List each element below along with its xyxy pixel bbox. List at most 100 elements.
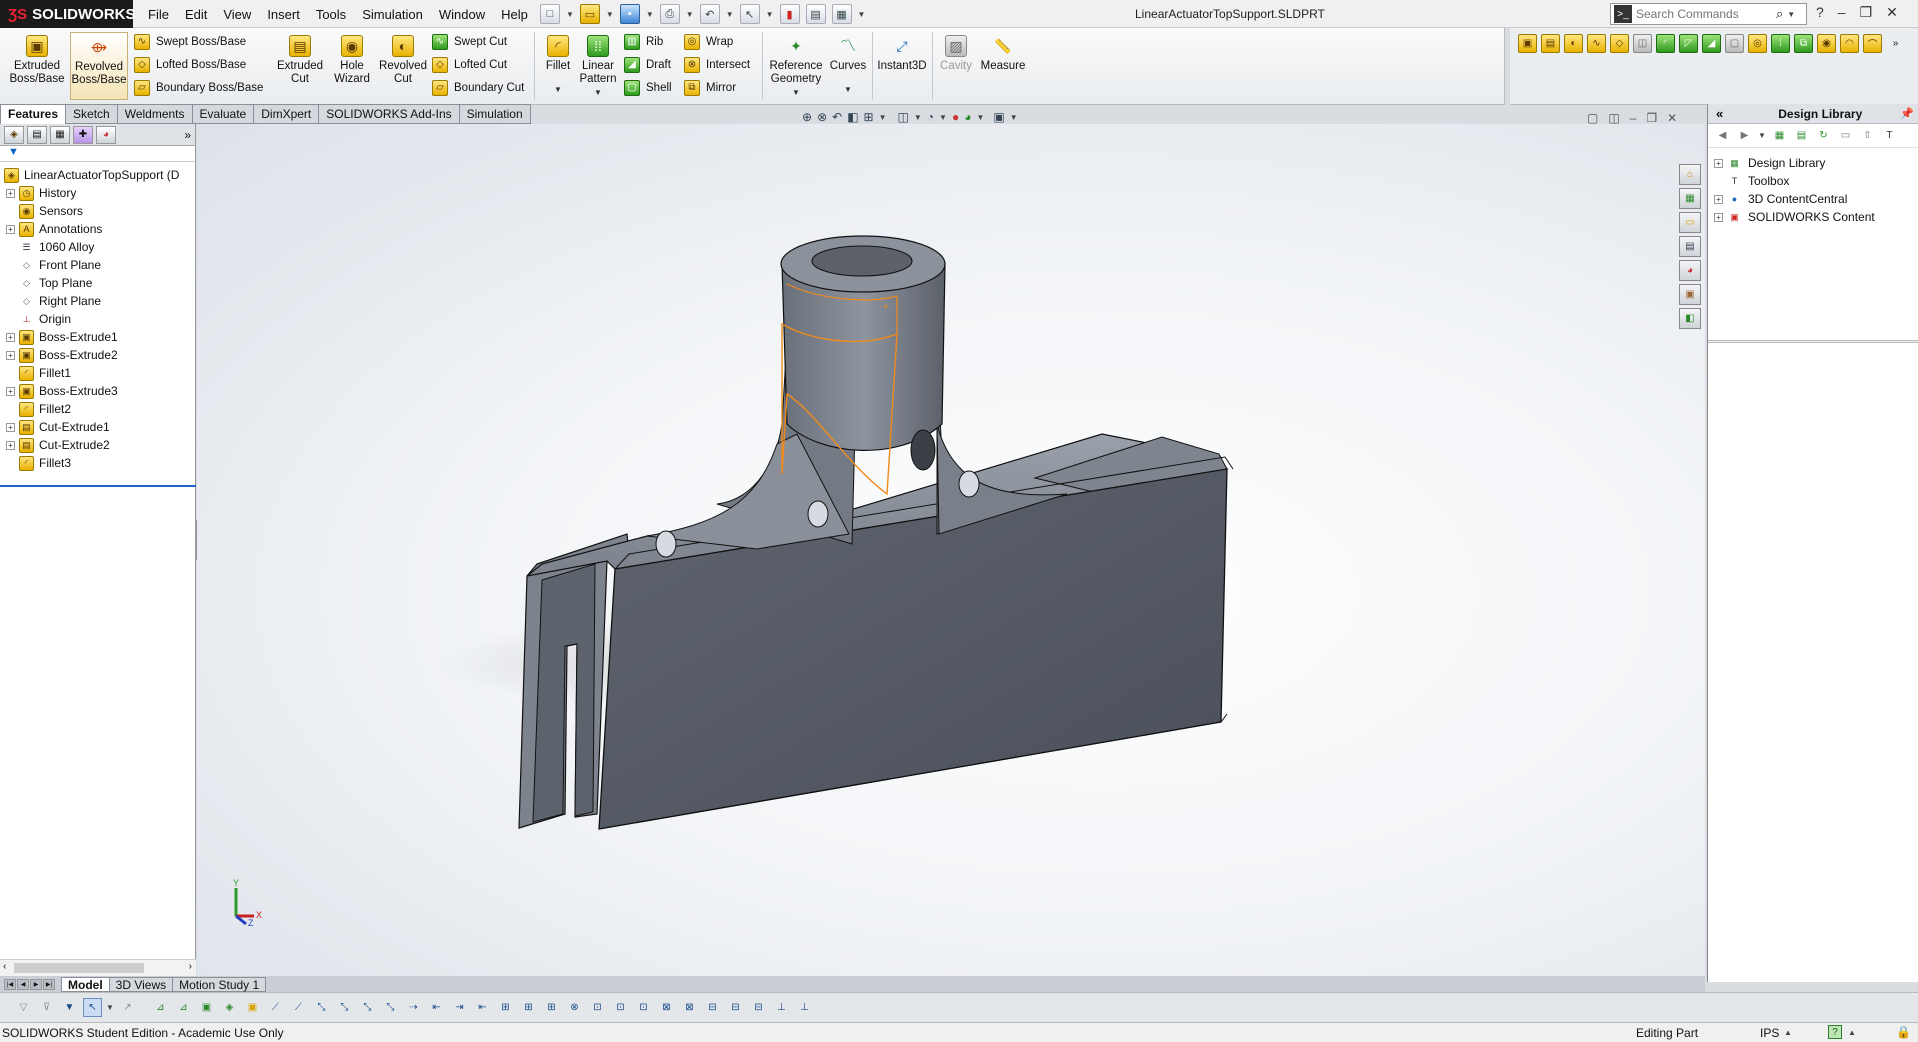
revolve-tool-icon[interactable]: ◐ — [1564, 34, 1583, 53]
chevron-down-icon[interactable]: ▼ — [566, 10, 574, 19]
filter-notes-icon[interactable]: ⊞ — [496, 998, 515, 1017]
tab-evaluate[interactable]: Evaluate — [192, 104, 255, 124]
tab-motion-study-1[interactable]: Motion Study 1 — [173, 976, 267, 992]
revolved-cut-button[interactable]: ◐ Revolved Cut — [376, 32, 430, 100]
cut-tool-icon[interactable]: ▤ — [1541, 34, 1560, 53]
tab-dimxpert[interactable]: DimXpert — [254, 104, 320, 124]
expand-icon[interactable]: + — [1714, 212, 1723, 222]
selection-arrow-icon[interactable]: ↖ — [83, 998, 102, 1017]
filter-weld-symbols-icon[interactable]: ⊞ — [542, 998, 561, 1017]
chevron-down-icon[interactable]: ▼ — [858, 10, 866, 19]
chevron-down-icon[interactable]: ▲ — [1784, 1028, 1792, 1037]
chevron-down-icon[interactable]: ▼ — [554, 83, 562, 96]
search-input[interactable] — [1636, 7, 1776, 21]
hole-tool-icon[interactable]: ◉ — [1817, 34, 1836, 53]
menu-simulation[interactable]: Simulation — [362, 7, 423, 22]
filter-blocks-icon[interactable]: ⊡ — [611, 998, 630, 1017]
tree-item-boss-extrude2[interactable]: + ▣ Boss-Extrude2 — [0, 346, 195, 364]
viewport-minimize-icon[interactable]: – — [1630, 111, 1637, 125]
chevron-down-icon[interactable]: ▼ — [686, 10, 694, 19]
wrap-tool-icon[interactable]: ◎ — [1748, 34, 1767, 53]
tree-item-boss-extrude1[interactable]: + ▣ Boss-Extrude1 — [0, 328, 195, 346]
filter-mid-surfaces-icon[interactable]: ⊟ — [703, 998, 722, 1017]
revolved-boss-button[interactable]: ⟴ Revolved Boss/Base — [70, 32, 128, 100]
expand-icon[interactable]: + — [6, 350, 15, 360]
tab-model[interactable]: Model — [61, 976, 110, 992]
intersect-button[interactable]: ⊗ Intersect — [684, 55, 750, 74]
mirror-tool-icon[interactable]: ⧉ — [1794, 34, 1813, 53]
viewport-close-icon[interactable]: ✕ — [1667, 111, 1677, 125]
dl-item-design-library[interactable]: + ▦ Design Library — [1708, 154, 1918, 172]
collapse-panel-icon[interactable]: « — [1716, 106, 1723, 121]
tree-item-front-plane[interactable]: ◇ Front Plane — [0, 256, 195, 274]
menu-window[interactable]: Window — [439, 7, 485, 22]
zoom-to-area-icon[interactable]: ⊗ — [817, 110, 827, 124]
menu-help[interactable]: Help — [501, 7, 528, 22]
file-explorer-icon[interactable]: ▭ — [1679, 212, 1701, 233]
tree-item-material[interactable]: ☰ 1060 Alloy — [0, 238, 195, 256]
filter-surface-finish-icon[interactable]: ⇥ — [450, 998, 469, 1017]
chevron-down-icon[interactable]: ▼ — [726, 10, 734, 19]
boss-tool-icon[interactable]: ▣ — [1518, 34, 1537, 53]
fillet-tool-icon[interactable]: ◜ — [1656, 34, 1675, 53]
tree-root[interactable]: ◈ LinearActuatorTopSupport (D — [0, 166, 195, 184]
appearances-icon[interactable]: ◕ — [1679, 260, 1701, 281]
split-tool-icon[interactable]: ◫ — [1633, 34, 1652, 53]
new-document-icon[interactable]: □ — [540, 4, 560, 24]
chevron-down-icon[interactable]: ▼ — [792, 86, 800, 99]
filter-sketch-segments-icon[interactable]: ⤡ — [335, 998, 354, 1017]
filter-connection-points-icon[interactable]: ⊠ — [657, 998, 676, 1017]
edit-appearance-icon[interactable]: ● — [952, 110, 959, 124]
dynamic-annotation-icon[interactable]: ⊞ — [864, 110, 874, 124]
solidworks-logo[interactable]: ƷS SOLIDWORKS — [0, 0, 136, 28]
filter-icon[interactable]: ▼ — [0, 146, 195, 162]
filter-edges-icon[interactable]: ⊿ — [174, 998, 193, 1017]
rollback-bar[interactable] — [0, 485, 196, 487]
chevron-down-icon[interactable]: ▼ — [606, 10, 614, 19]
scroll-left-icon[interactable]: ‹ — [3, 961, 6, 972]
select-all-filters-icon[interactable]: ▼ — [60, 998, 79, 1017]
filter-geometric-tolerance-icon[interactable]: ⇤ — [473, 998, 492, 1017]
next-tab-icon[interactable]: ▶ — [30, 978, 42, 990]
help-icon[interactable]: ? — [1816, 4, 1824, 21]
filter-drawing-items-icon[interactable]: ↗ — [118, 998, 137, 1017]
filter-axes-icon[interactable]: ⟋ — [266, 998, 285, 1017]
pin-icon[interactable]: 📌 — [1900, 107, 1914, 120]
section-view-icon[interactable]: ◧ — [847, 110, 858, 124]
graphics-area[interactable]: + Y X Z ⌂ ▦ ▭ ▤ ◕ ▣ ◧ — [197, 124, 1705, 976]
up-folder-icon[interactable]: ▭ — [1837, 127, 1854, 144]
zoom-to-fit-icon[interactable]: ⊕ — [802, 110, 812, 124]
tree-item-right-plane[interactable]: ◇ Right Plane — [0, 292, 195, 310]
filter-centerlines-icon[interactable]: ⇢ — [404, 998, 423, 1017]
view-palette-icon[interactable]: ▤ — [1679, 236, 1701, 257]
undo-icon[interactable]: ↶ — [699, 4, 720, 24]
apply-scene-icon[interactable]: ◕ — [964, 110, 971, 124]
curves-button[interactable]: 〽 Curves ▼ — [828, 32, 868, 100]
expand-icon[interactable]: + — [6, 422, 15, 432]
filter-silhouette-edges-icon[interactable]: ⊟ — [726, 998, 745, 1017]
expand-icon[interactable]: + — [6, 188, 15, 198]
configuration-manager-tab-icon[interactable]: ▦ — [50, 125, 70, 144]
extruded-cut-button[interactable]: ▤ Extruded Cut — [272, 32, 328, 100]
previous-view-icon[interactable]: ↶ — [832, 110, 842, 124]
design-library-tab-icon[interactable]: ▦ — [1679, 188, 1701, 209]
select-arrow-icon[interactable]: ↖ — [739, 4, 760, 24]
filter-sketch-points-icon[interactable]: ⤡ — [312, 998, 331, 1017]
part-model[interactable]: + — [197, 124, 1705, 976]
draft-tool-icon[interactable]: ◢ — [1702, 34, 1721, 53]
chevron-down-icon[interactable]: ▼ — [844, 83, 852, 96]
chevron-down-icon[interactable]: ▼ — [879, 113, 887, 122]
tree-item-sensors[interactable]: ◉ Sensors — [0, 202, 195, 220]
filter-dimensions-icon[interactable]: ⇤ — [427, 998, 446, 1017]
view-settings-icon[interactable]: ▣ — [993, 110, 1004, 124]
filter-cosmetic-threads-icon[interactable]: ⊡ — [588, 998, 607, 1017]
tile-view-icon[interactable]: ▢ — [1587, 111, 1598, 125]
display-manager-tab-icon[interactable]: ◕ — [96, 125, 116, 144]
tab-weldments[interactable]: Weldments — [117, 104, 193, 124]
filter-dowel-pin-symbols-icon[interactable]: ⊡ — [634, 998, 653, 1017]
scroll-right-icon[interactable]: › — [189, 961, 192, 972]
mirror-button[interactable]: ⧉ Mirror — [684, 78, 736, 97]
extruded-boss-button[interactable]: ▣ Extruded Boss/Base — [6, 32, 68, 100]
shell-tool-icon[interactable]: ▢ — [1725, 34, 1744, 53]
design-library-splitter[interactable] — [1708, 340, 1918, 343]
